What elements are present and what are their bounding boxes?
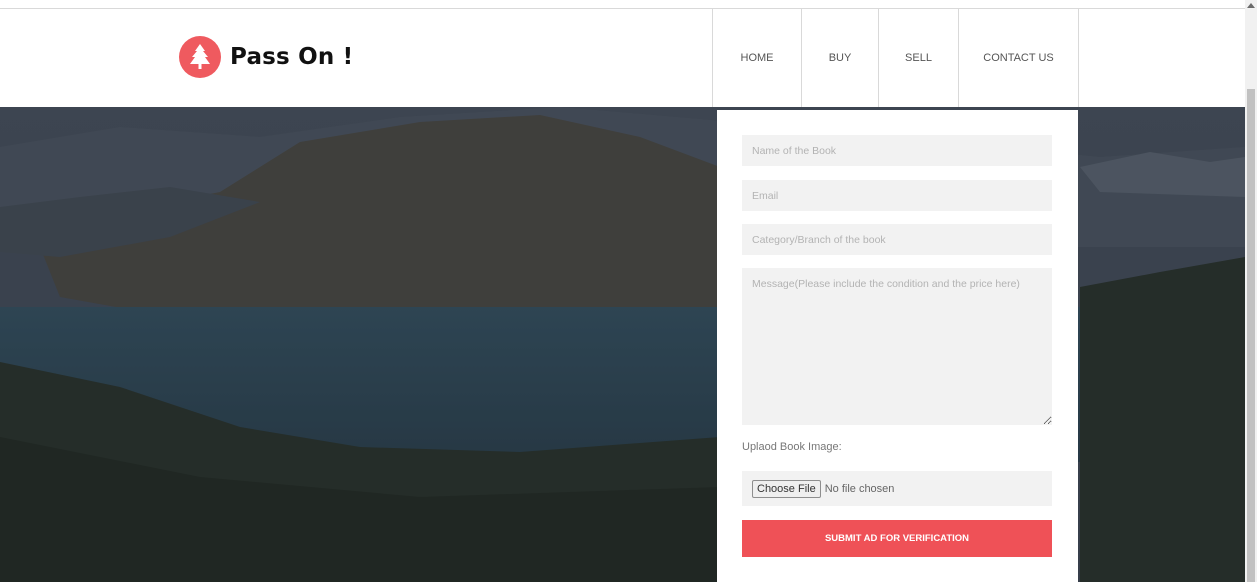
submit-ad-button[interactable]: SUBMIT AD FOR VERIFICATION bbox=[742, 520, 1052, 557]
nav-contact-us[interactable]: CONTACT US bbox=[959, 9, 1079, 107]
sell-form-panel: Uplaod Book Image: Choose File No file c… bbox=[717, 110, 1078, 582]
scroll-up-arrow-icon[interactable] bbox=[1247, 3, 1255, 8]
tree-icon bbox=[179, 36, 221, 78]
site-header: Pass On ! HOME BUY SELL CONTACT US bbox=[0, 9, 1245, 107]
scrollbar[interactable] bbox=[1245, 0, 1257, 582]
nav-buy[interactable]: BUY bbox=[802, 9, 879, 107]
brand-name: Pass On ! bbox=[230, 44, 354, 70]
message-field[interactable] bbox=[742, 268, 1052, 425]
file-upload: Choose File No file chosen bbox=[742, 471, 1052, 506]
upload-label: Uplaod Book Image: bbox=[742, 441, 842, 453]
scroll-thumb[interactable] bbox=[1247, 89, 1255, 582]
file-status: No file chosen bbox=[824, 482, 895, 495]
brand[interactable]: Pass On ! bbox=[179, 36, 353, 78]
main-nav: HOME BUY SELL CONTACT US bbox=[712, 9, 1079, 107]
page: Pass On ! HOME BUY SELL CONTACT US Name … bbox=[0, 0, 1257, 582]
category-field[interactable] bbox=[742, 224, 1052, 255]
choose-file-button[interactable]: Choose File bbox=[752, 479, 821, 498]
book-name-field[interactable] bbox=[742, 135, 1052, 166]
nav-home[interactable]: HOME bbox=[713, 9, 802, 107]
nav-sell[interactable]: SELL bbox=[879, 9, 959, 107]
email-field[interactable] bbox=[742, 180, 1052, 211]
